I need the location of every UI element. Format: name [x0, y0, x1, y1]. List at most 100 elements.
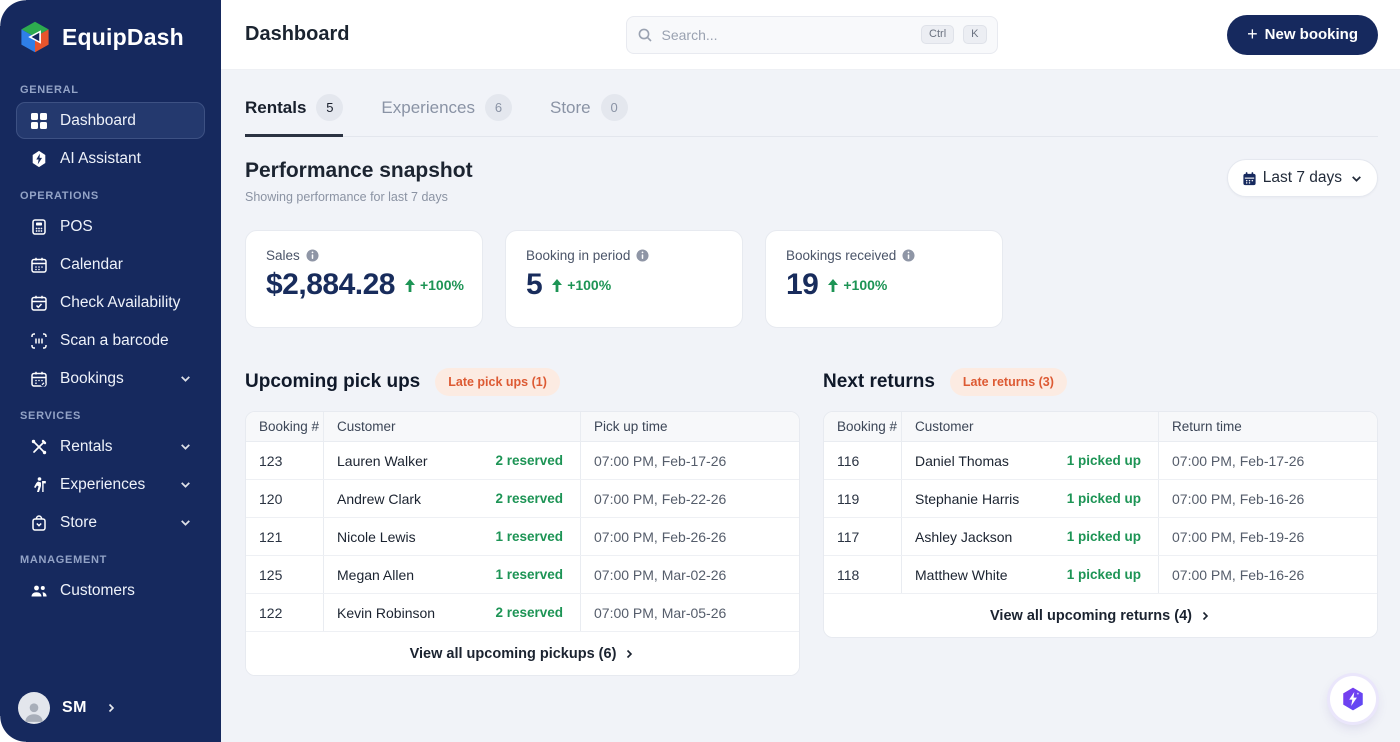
column-header-return-time: Return time [1172, 419, 1242, 434]
booking-number: 117 [824, 518, 902, 555]
returns-title: Next returns [823, 371, 935, 392]
sidebar-item-label: AI Assistant [60, 149, 141, 167]
sidebar-item-experiences[interactable]: Experiences [16, 466, 205, 503]
chevron-down-icon [179, 478, 192, 491]
sidebar-item-dashboard[interactable]: Dashboard [16, 102, 205, 139]
stats-row: Sales $2,884.28 +100% Booking in period … [245, 230, 1378, 328]
table-row[interactable]: 122 Kevin Robinson 2 reserved 07:00 PM, M… [246, 594, 799, 632]
tab-experiences[interactable]: Experiences 6 [381, 94, 512, 137]
pickups-title: Upcoming pick ups [245, 371, 421, 392]
returns-table-header: Booking # Customer Return time [824, 412, 1377, 442]
tab-label: Store [549, 97, 591, 117]
pickup-time: 07:00 PM, Feb-17-26 [594, 452, 727, 469]
customer-name: Matthew White [915, 566, 1008, 583]
new-booking-button[interactable]: + New booking [1227, 14, 1378, 55]
chevron-down-icon [179, 440, 192, 453]
table-row[interactable]: 118 Matthew White 1 picked up 07:00 PM, F… [824, 556, 1377, 594]
sidebar-item-ai-assistant[interactable]: AI Assistant [16, 140, 205, 177]
status-badge: 2 reserved [495, 491, 563, 506]
late-pickups-badge[interactable]: Late pick ups (1) [435, 368, 560, 396]
content: Rentals 5 Experiences 6 Store 0 Performa… [221, 70, 1400, 742]
customer-name: Ashley Jackson [915, 528, 1013, 545]
chevron-down-icon [179, 516, 192, 529]
sidebar-item-label: Dashboard [60, 111, 136, 129]
stat-change: +100% [827, 277, 887, 293]
sidebar-item-pos[interactable]: POS [16, 208, 205, 245]
sidebar-item-customers[interactable]: Customers [16, 572, 205, 609]
tab-count-badge: 0 [600, 94, 628, 121]
pos-terminal-icon [29, 217, 48, 236]
sidebar-item-bookings[interactable]: Bookings [16, 360, 205, 397]
table-row[interactable]: 116 Daniel Thomas 1 picked up 07:00 PM, F… [824, 442, 1377, 480]
customer-name: Kevin Robinson [337, 604, 436, 621]
lightning-hexagon-icon [1340, 686, 1366, 712]
search-icon [637, 27, 653, 43]
user-profile[interactable]: SM [16, 688, 205, 728]
stat-card-bookings-in-period: Booking in period 5 +100% [505, 230, 743, 328]
table-row[interactable]: 119 Stephanie Harris 1 picked up 07:00 PM… [824, 480, 1377, 518]
customer-name: Daniel Thomas [915, 452, 1009, 469]
tools-icon [29, 437, 48, 456]
column-header-booking: Booking # [246, 412, 324, 441]
rounded-corner-top [0, 0, 26, 26]
topbar: Dashboard Search... Ctrl K + New booking [221, 0, 1400, 70]
app-window: EquipDash GENERAL Dashboard AI Assistant… [0, 0, 1400, 742]
view-all-returns-link[interactable]: View all upcoming returns (4) [824, 594, 1377, 637]
info-icon[interactable] [902, 249, 915, 262]
pickups-table-header: Booking # Customer Pick up time [246, 412, 799, 442]
table-row[interactable]: 117 Ashley Jackson 1 picked up 07:00 PM, … [824, 518, 1377, 556]
sidebar-item-store[interactable]: Store [16, 504, 205, 541]
performance-subtitle: Showing performance for last 7 days [245, 190, 448, 204]
return-time: 07:00 PM, Feb-19-26 [1172, 528, 1305, 545]
pickups-table: Booking # Customer Pick up time 123 Laur… [245, 411, 800, 676]
info-icon[interactable] [306, 249, 319, 262]
tab-store[interactable]: Store 0 [550, 94, 628, 137]
arrow-up-icon [404, 278, 416, 292]
tab-bar: Rentals 5 Experiences 6 Store 0 [245, 70, 1378, 137]
info-icon[interactable] [636, 249, 649, 262]
stat-value: $2,884.28 [266, 268, 395, 301]
calendar-check-icon [29, 293, 48, 312]
late-returns-badge[interactable]: Late returns (3) [949, 368, 1067, 396]
pickup-time: 07:00 PM, Mar-02-26 [594, 566, 727, 583]
view-all-returns-label: View all upcoming returns (4) [990, 607, 1192, 624]
next-returns-section: Next returns Late returns (3) Booking # … [823, 368, 1378, 676]
sidebar-item-check-availability[interactable]: Check Availability [16, 284, 205, 321]
sidebar-item-scan-barcode[interactable]: Scan a barcode [16, 322, 205, 359]
rounded-corner-bottom [0, 716, 26, 742]
brand-logo[interactable]: EquipDash [16, 16, 205, 58]
stat-value: 19 [786, 268, 819, 301]
booking-number: 122 [246, 594, 324, 631]
shopping-bag-icon [29, 513, 48, 532]
tab-rentals[interactable]: Rentals 5 [245, 94, 344, 137]
sidebar-item-calendar[interactable]: Calendar [16, 246, 205, 283]
table-row[interactable]: 123 Lauren Walker 2 reserved 07:00 PM, Fe… [246, 442, 799, 480]
ai-assistant-fab[interactable] [1330, 676, 1376, 722]
search-input[interactable]: Search... Ctrl K [625, 15, 998, 54]
sidebar: EquipDash GENERAL Dashboard AI Assistant… [0, 0, 221, 742]
table-row[interactable]: 120 Andrew Clark 2 reserved 07:00 PM, Feb… [246, 480, 799, 518]
tab-label: Experiences [381, 97, 475, 117]
sidebar-item-rentals[interactable]: Rentals [16, 428, 205, 465]
stat-change-value: +100% [419, 277, 464, 293]
view-all-pickups-link[interactable]: View all upcoming pickups (6) [246, 632, 799, 675]
arrow-up-icon [827, 278, 839, 292]
column-header-pickup-time: Pick up time [594, 419, 668, 434]
date-range-button[interactable]: Last 7 days [1226, 159, 1378, 197]
sidebar-section-general: GENERAL [20, 84, 79, 96]
pickup-time: 07:00 PM, Mar-05-26 [594, 604, 727, 621]
calendar-icon [1242, 171, 1257, 186]
hiker-icon [29, 475, 48, 494]
table-row[interactable]: 121 Nicole Lewis 1 reserved 07:00 PM, Feb… [246, 518, 799, 556]
booking-number: 120 [246, 480, 324, 517]
stat-value: 5 [526, 268, 543, 301]
sidebar-item-label: POS [60, 217, 93, 235]
performance-header: Performance snapshot Showing performance… [245, 159, 1378, 204]
table-row[interactable]: 125 Megan Allen 1 reserved 07:00 PM, Mar-… [246, 556, 799, 594]
sidebar-item-label: Calendar [60, 255, 123, 273]
chevron-right-icon [105, 702, 117, 714]
status-badge: 1 picked up [1066, 453, 1141, 468]
chevron-right-icon [623, 648, 635, 660]
stat-change: +100% [551, 277, 611, 293]
status-badge: 2 reserved [495, 605, 563, 620]
